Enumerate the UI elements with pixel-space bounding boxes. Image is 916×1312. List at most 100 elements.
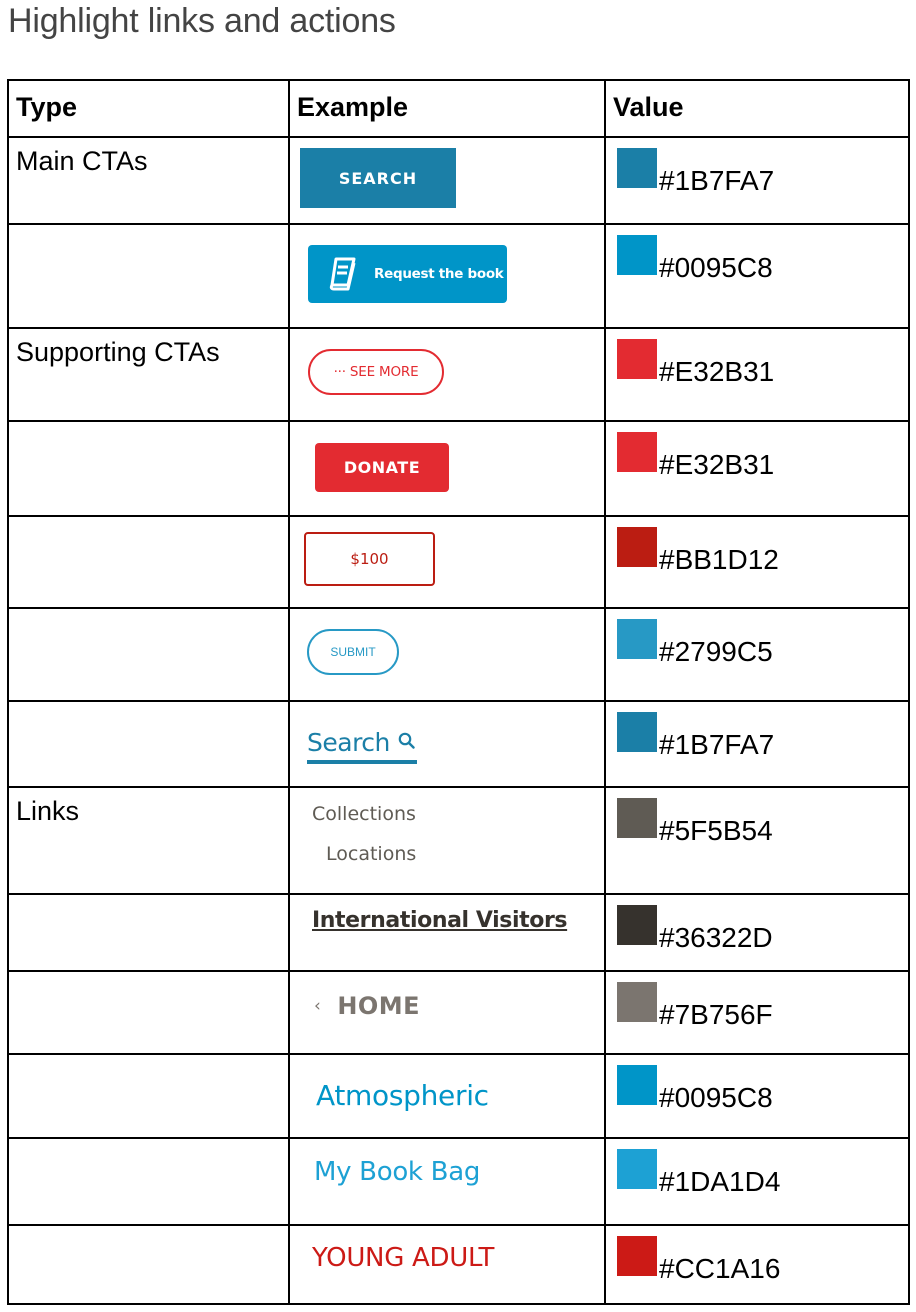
table-row: International Visitors #36322D bbox=[7, 893, 910, 972]
color-value: #1DA1D4 bbox=[617, 1149, 780, 1196]
type-cell: Main CTAs bbox=[7, 136, 290, 225]
color-swatch bbox=[617, 148, 657, 188]
hex-code: #0095C8 bbox=[659, 1082, 773, 1113]
table-row: DONATE #E32B31 bbox=[7, 420, 910, 517]
value-cell: #5F5B54 bbox=[604, 786, 910, 895]
color-swatch bbox=[617, 1236, 657, 1276]
type-cell: Links bbox=[7, 786, 290, 895]
color-swatch bbox=[617, 432, 657, 472]
example-cell: YOUNG ADULT bbox=[288, 1224, 606, 1305]
value-cell: #0095C8 bbox=[604, 1053, 910, 1139]
type-cell bbox=[7, 420, 290, 517]
type-cell bbox=[7, 1053, 290, 1139]
table-row: SUBMIT #2799C5 bbox=[7, 607, 910, 702]
table-row: Supporting CTAs ··· SEE MORE #E32B31 bbox=[7, 327, 910, 422]
search-icon bbox=[398, 732, 415, 749]
table-row: My Book Bag #1DA1D4 bbox=[7, 1137, 910, 1226]
value-cell: #2799C5 bbox=[604, 607, 910, 702]
header-value-label: Value bbox=[613, 92, 684, 122]
international-visitors-link[interactable]: International Visitors bbox=[312, 908, 568, 933]
type-label: Supporting CTAs bbox=[16, 337, 220, 367]
value-cell: #CC1A16 bbox=[604, 1224, 910, 1305]
hex-code: #5F5B54 bbox=[659, 815, 773, 846]
header-example-label: Example bbox=[297, 92, 409, 122]
type-cell bbox=[7, 700, 290, 788]
hex-code: #E32B31 bbox=[659, 356, 775, 387]
value-cell: #1B7FA7 bbox=[604, 700, 910, 788]
table-row: Main CTAs SEARCH #1B7FA7 bbox=[7, 136, 910, 225]
submit-button[interactable]: SUBMIT bbox=[307, 629, 399, 675]
example-cell: $100 bbox=[288, 515, 606, 609]
example-cell: SEARCH bbox=[288, 136, 606, 225]
type-cell bbox=[7, 893, 290, 972]
type-cell: Supporting CTAs bbox=[7, 327, 290, 422]
example-cell: International Visitors bbox=[288, 893, 606, 972]
request-book-button[interactable]: Request the book bbox=[308, 245, 507, 303]
example-cell: ‹ HOME bbox=[288, 970, 606, 1055]
home-back-link[interactable]: ‹ HOME bbox=[314, 992, 420, 1020]
donation-amount-button[interactable]: $100 bbox=[304, 532, 435, 586]
example-cell: SUBMIT bbox=[288, 607, 606, 702]
color-value: #7B756F bbox=[617, 982, 773, 1029]
hex-code: #1DA1D4 bbox=[659, 1166, 781, 1197]
type-cell bbox=[7, 515, 290, 609]
table-header-row: Type Example Value bbox=[7, 79, 910, 138]
hex-code: #1B7FA7 bbox=[659, 729, 775, 760]
my-book-bag-link[interactable]: My Book Bag bbox=[314, 1157, 480, 1187]
color-swatch bbox=[617, 235, 657, 275]
color-value: #2799C5 bbox=[617, 619, 773, 666]
type-label: Links bbox=[16, 796, 80, 826]
type-cell bbox=[7, 607, 290, 702]
table-row: Search #1B7FA7 bbox=[7, 700, 910, 788]
hex-code: #2799C5 bbox=[659, 636, 773, 667]
example-cell: Collections Locations bbox=[288, 786, 606, 895]
hex-code: #36322D bbox=[659, 922, 773, 953]
color-swatch bbox=[617, 1149, 657, 1189]
see-more-button[interactable]: ··· SEE MORE bbox=[308, 349, 444, 395]
color-swatch bbox=[617, 982, 657, 1022]
table-row: Atmospheric #0095C8 bbox=[7, 1053, 910, 1139]
example-cell: Search bbox=[288, 700, 606, 788]
hex-code: #7B756F bbox=[659, 999, 773, 1030]
value-cell: #0095C8 bbox=[604, 223, 910, 329]
color-value: #CC1A16 bbox=[617, 1236, 780, 1283]
color-value: #E32B31 bbox=[617, 339, 774, 386]
color-swatch bbox=[617, 339, 657, 379]
search-button[interactable]: SEARCH bbox=[300, 148, 456, 208]
color-value: #5F5B54 bbox=[617, 798, 773, 845]
locations-link[interactable]: Locations bbox=[326, 843, 416, 865]
example-cell: My Book Bag bbox=[288, 1137, 606, 1226]
type-cell bbox=[7, 970, 290, 1055]
hex-code: #1B7FA7 bbox=[659, 165, 775, 196]
type-cell bbox=[7, 1137, 290, 1226]
book-icon bbox=[329, 257, 356, 291]
color-swatch bbox=[617, 905, 657, 945]
color-value: #36322D bbox=[617, 905, 773, 952]
search-link[interactable]: Search bbox=[307, 724, 417, 764]
color-swatch bbox=[617, 527, 657, 567]
hex-code: #E32B31 bbox=[659, 449, 775, 480]
color-value: #1B7FA7 bbox=[617, 148, 774, 195]
value-cell: #E32B31 bbox=[604, 327, 910, 422]
young-adult-link[interactable]: YOUNG ADULT bbox=[312, 1243, 494, 1273]
color-swatch bbox=[617, 798, 657, 838]
table-row: ‹ HOME #7B756F bbox=[7, 970, 910, 1055]
color-swatch bbox=[617, 619, 657, 659]
color-swatch bbox=[617, 1065, 657, 1105]
value-cell: #E32B31 bbox=[604, 420, 910, 517]
value-cell: #BB1D12 bbox=[604, 515, 910, 609]
page-title: Highlight links and actions bbox=[8, 2, 396, 40]
value-cell: #36322D bbox=[604, 893, 910, 972]
example-cell: Request the book bbox=[288, 223, 606, 329]
header-type-label: Type bbox=[16, 92, 78, 122]
value-cell: #7B756F bbox=[604, 970, 910, 1055]
type-cell bbox=[7, 223, 290, 329]
atmospheric-link[interactable]: Atmospheric bbox=[316, 1079, 489, 1112]
example-cell: Atmospheric bbox=[288, 1053, 606, 1139]
collections-link[interactable]: Collections bbox=[312, 803, 416, 825]
header-type: Type bbox=[7, 79, 290, 138]
hex-code: #0095C8 bbox=[659, 252, 773, 283]
donate-button[interactable]: DONATE bbox=[315, 443, 449, 492]
color-value: #1B7FA7 bbox=[617, 712, 774, 759]
type-cell bbox=[7, 1224, 290, 1305]
